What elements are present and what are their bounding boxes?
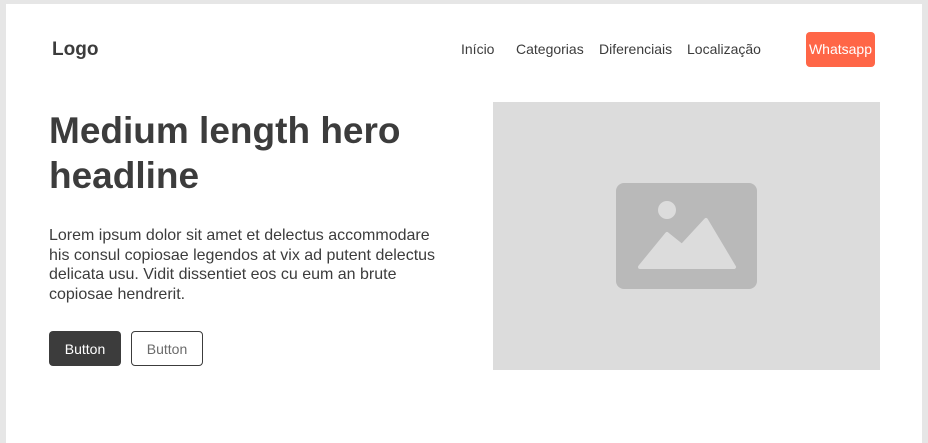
image-placeholder-icon [616, 183, 757, 289]
nav-link-diferenciais[interactable]: Diferenciais [599, 41, 672, 57]
logo[interactable]: Logo [52, 39, 98, 61]
hero-description: Lorem ipsum dolor sit amet et delectus a… [49, 227, 436, 303]
primary-button[interactable]: Button [49, 331, 121, 366]
whatsapp-button[interactable]: Whatsapp [806, 32, 875, 67]
hero-image-placeholder [493, 102, 880, 370]
nav-link-inicio[interactable]: Início [461, 41, 494, 57]
nav-link-categorias[interactable]: Categorias [516, 41, 584, 57]
nav-link-localizacao[interactable]: Localização [687, 41, 761, 57]
secondary-button[interactable]: Button [131, 331, 203, 366]
page-frame: Logo Início Categorias Diferenciais Loca… [6, 4, 922, 443]
hero-headline: Medium length hero headline [49, 110, 401, 196]
